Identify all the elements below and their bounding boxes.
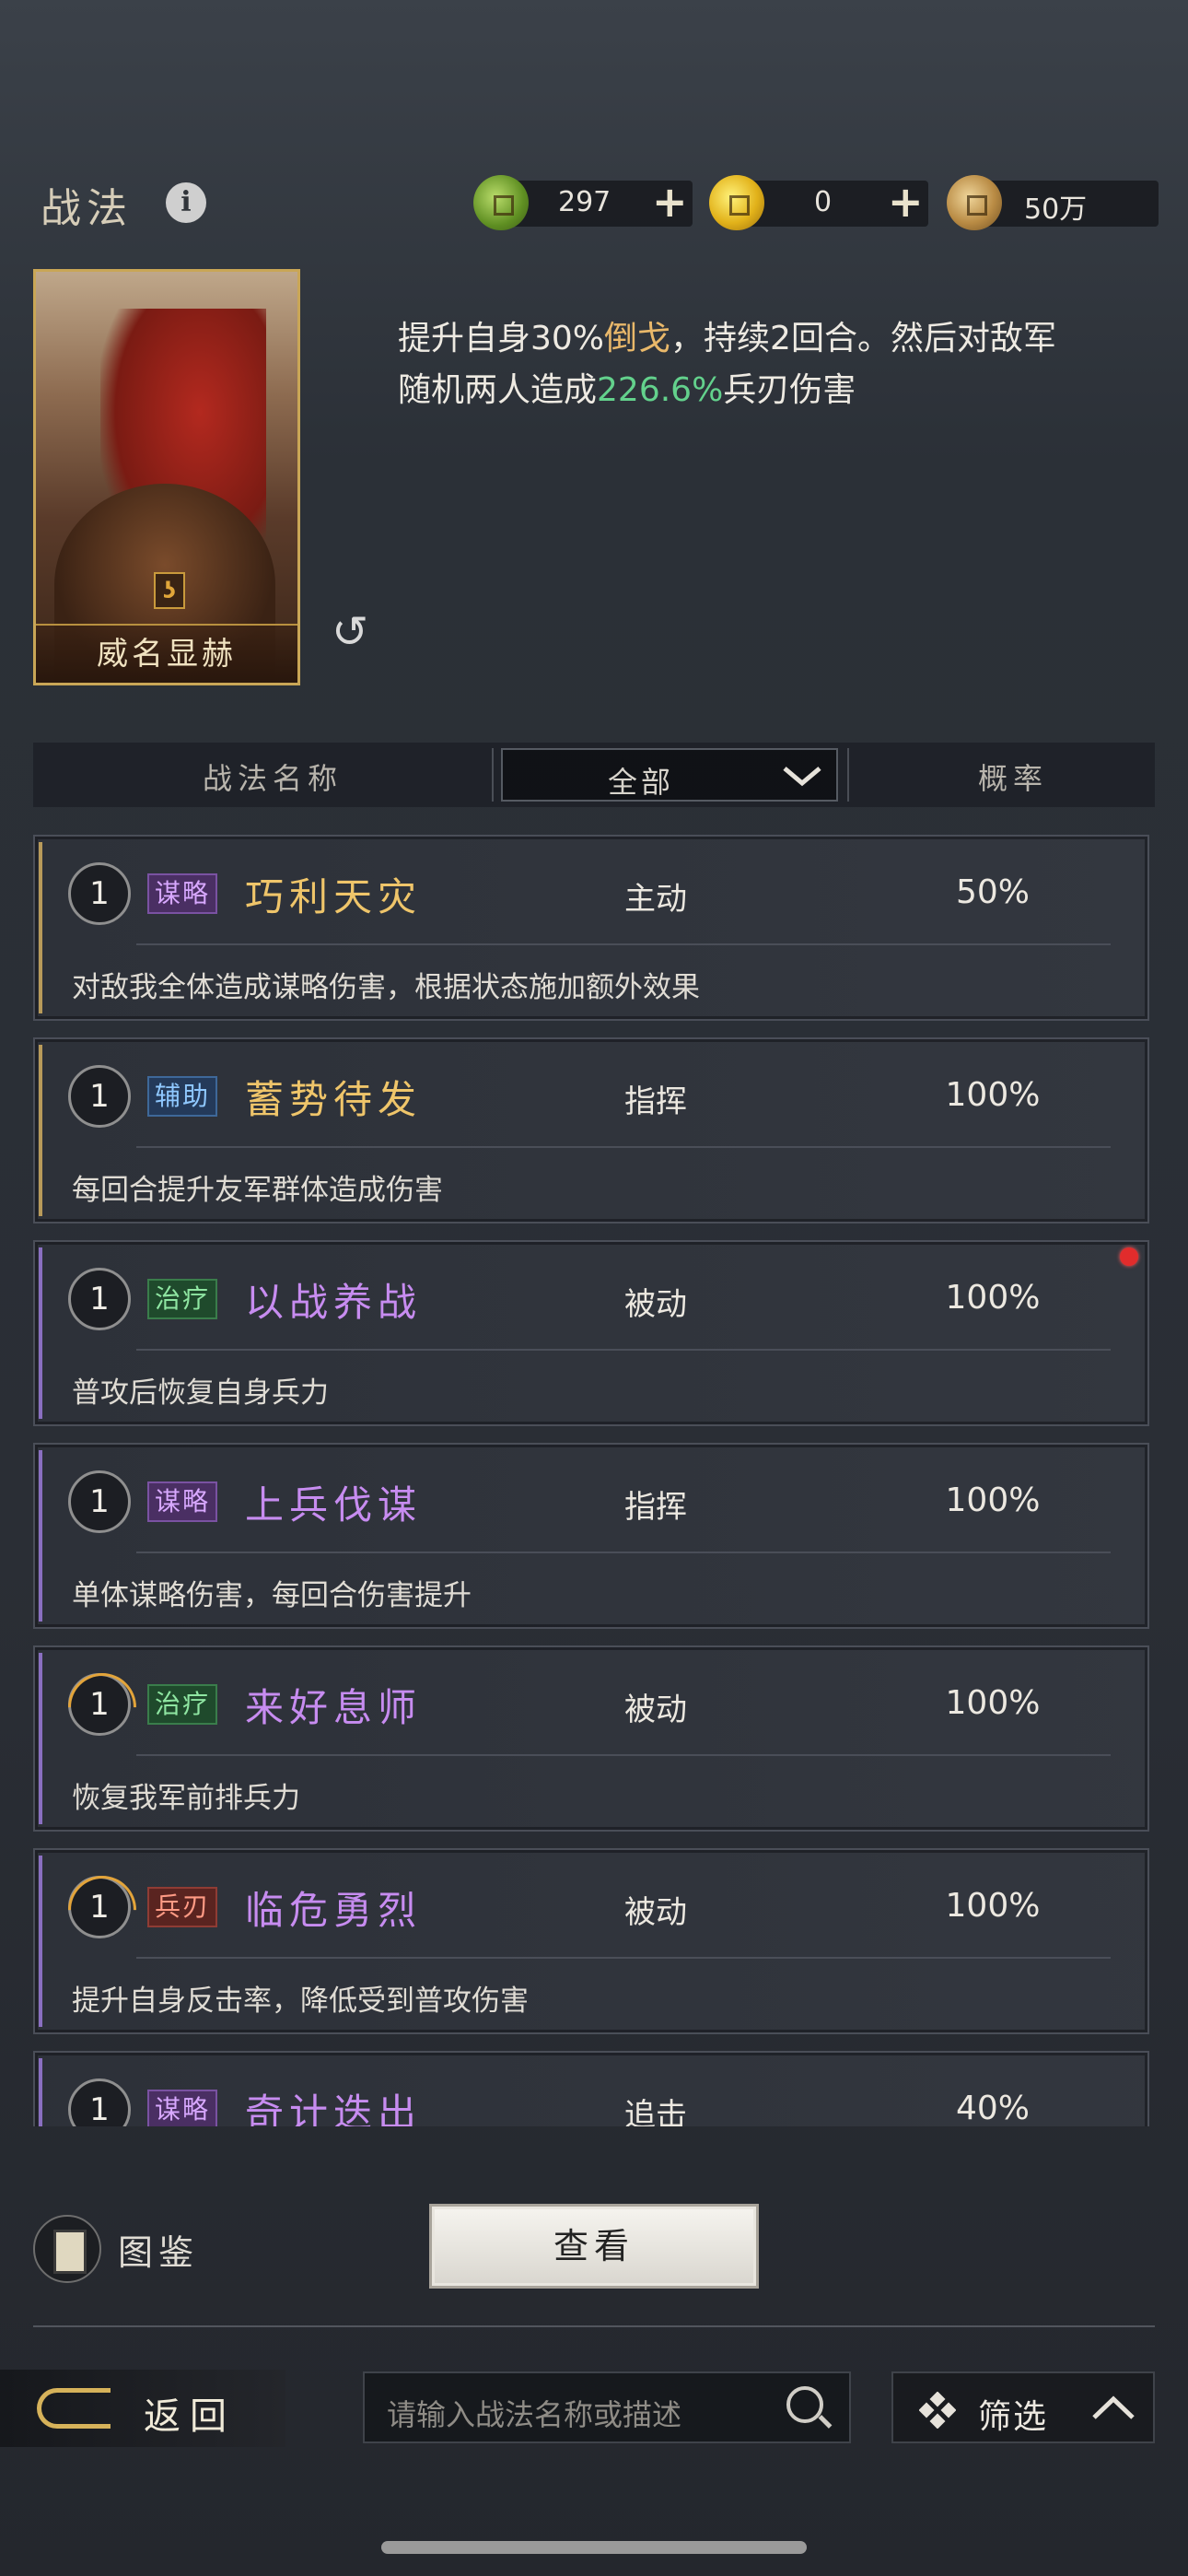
skill-name: 以战养战 <box>245 1280 423 1325</box>
chevron-up-icon <box>1092 2395 1135 2419</box>
refresh-icon[interactable]: ↺ <box>332 608 379 656</box>
skill-type: 被动 <box>624 1692 687 1728</box>
skill-rate: 40% <box>955 2090 1030 2126</box>
skill-desc: 恢复我军前排兵力 <box>72 1782 300 1815</box>
skill-type: 指挥 <box>624 1489 687 1526</box>
add-jade-button[interactable]: + <box>652 177 688 227</box>
skill-desc: 普攻后恢复自身兵力 <box>72 1376 329 1410</box>
skill-rate: 50% <box>955 873 1030 911</box>
skill-rate: 100% <box>945 1481 1041 1519</box>
column-name: 战法名称 <box>202 761 343 796</box>
skill-rate: 100% <box>945 1279 1041 1317</box>
skill-desc: 每回合提升友军群体造成伤害 <box>72 1174 443 1207</box>
level-badge: 1 <box>68 1876 131 1938</box>
type-filter-select[interactable]: 全部 <box>501 748 838 802</box>
skill-desc: 提升自身反击率，降低受到普攻伤害 <box>72 1985 529 2018</box>
selected-skill-card[interactable]: ʖ 威名显赫 <box>33 269 300 685</box>
back-button[interactable]: 返回 <box>0 2370 285 2447</box>
type-filter-value: 全部 <box>607 765 674 800</box>
card-name: 威名显赫 <box>36 624 297 683</box>
column-header: 战法名称 全部 概率 <box>33 743 1155 807</box>
list-item[interactable]: 1 辅助 蓄势待发 指挥 100% 每回合提升友军群体造成伤害 <box>33 1037 1149 1224</box>
search-placeholder: 请输入战法名称或描述 <box>387 2397 682 2432</box>
level-badge: 1 <box>68 1268 131 1330</box>
list-item[interactable]: 1 谋略 巧利天灾 主动 50% 对敌我全体造成谋略伤害，根据状态施加额外效果 <box>33 835 1149 1021</box>
home-indicator[interactable] <box>381 2541 807 2554</box>
skill-tag: 谋略 <box>147 873 218 914</box>
resource-copper-value: 50万 <box>1024 193 1088 226</box>
info-icon[interactable]: i <box>166 182 206 223</box>
skill-type: 追击 <box>624 2097 687 2126</box>
skill-name: 巧利天灾 <box>245 874 423 919</box>
skill-description: 提升自身30%倒戈，持续2回合。然后对敌军随机两人造成226.6%兵刃伤害 <box>398 320 1056 409</box>
list-item[interactable]: 1 兵刃 临危勇烈 被动 100% 提升自身反击率，降低受到普攻伤害 <box>33 1848 1149 2034</box>
filter-button[interactable]: 筛选 <box>891 2371 1155 2443</box>
tujian-label[interactable]: 图鉴 <box>118 2224 199 2275</box>
level-badge: 1 <box>68 1470 131 1533</box>
skill-type: 指挥 <box>624 1083 687 1120</box>
resource-gold-value: 0 <box>814 186 833 218</box>
skill-tag: 治疗 <box>147 1684 218 1725</box>
highlight-status: 倒戈 <box>604 320 671 357</box>
skill-name: 临危勇烈 <box>245 1888 423 1933</box>
page-title: 战法 <box>41 185 133 232</box>
skill-tag: 谋略 <box>147 1481 218 1522</box>
back-arrow-icon <box>37 2388 111 2429</box>
list-item[interactable]: 1 谋略 上兵伐谋 指挥 100% 单体谋略伤害，每回合伤害提升 <box>33 1443 1149 1629</box>
skill-name: 奇计迭出 <box>245 2090 423 2126</box>
skill-name: 上兵伐谋 <box>245 1482 423 1528</box>
list-item[interactable]: 1 谋略 奇计迭出 追击 40% <box>33 2051 1149 2126</box>
back-label: 返回 <box>144 2395 236 2438</box>
level-badge: 1 <box>68 862 131 925</box>
skill-rate: 100% <box>945 1684 1041 1722</box>
column-rate: 概率 <box>977 761 1048 796</box>
skill-name: 蓄势待发 <box>245 1077 423 1122</box>
skill-desc: 单体谋略伤害，每回合伤害提升 <box>72 1579 472 1612</box>
skill-rate: 100% <box>945 1076 1041 1114</box>
list-item[interactable]: 1 治疗 以战养战 被动 100% 普攻后恢复自身兵力 <box>33 1240 1149 1426</box>
skill-type: 主动 <box>624 881 687 918</box>
skill-tag: 辅助 <box>147 1076 218 1117</box>
skill-name: 来好息师 <box>245 1685 423 1730</box>
list-item[interactable]: 1 治疗 来好息师 被动 100% 恢复我军前排兵力 <box>33 1645 1149 1832</box>
new-badge <box>1120 1247 1138 1266</box>
view-button[interactable]: 查看 <box>429 2204 759 2289</box>
chevron-down-icon <box>783 767 821 787</box>
skill-tag: 兵刃 <box>147 1887 218 1927</box>
level-badge: 1 <box>68 1065 131 1128</box>
skill-type: 被动 <box>624 1894 687 1931</box>
add-gold-button[interactable]: + <box>888 177 924 227</box>
highlight-damage: 226.6% <box>597 371 724 409</box>
search-input[interactable]: 请输入战法名称或描述 <box>363 2371 851 2443</box>
level-badge: 1 <box>68 1673 131 1736</box>
card-badge-icon: ʖ <box>154 572 185 609</box>
skill-desc: 对敌我全体造成谋略伤害，根据状态施加额外效果 <box>72 971 700 1004</box>
level-badge: 1 <box>68 2078 131 2126</box>
resource-gold: 0 + <box>709 175 930 230</box>
filter-icon <box>919 2392 956 2429</box>
jade-coin-icon <box>473 175 529 230</box>
resource-jade: 297 + <box>473 175 694 230</box>
skill-type: 被动 <box>624 1286 687 1323</box>
resource-jade-value: 297 <box>558 186 611 218</box>
skill-rate: 100% <box>945 1887 1041 1925</box>
search-icon[interactable] <box>786 2386 823 2423</box>
skill-tag: 谋略 <box>147 2090 218 2126</box>
skill-tag: 治疗 <box>147 1279 218 1319</box>
resource-copper: 50万 <box>947 175 1168 230</box>
tujian-icon[interactable] <box>33 2215 101 2283</box>
gold-coin-icon <box>709 175 764 230</box>
skill-list[interactable]: 1 谋略 巧利天灾 主动 50% 对敌我全体造成谋略伤害，根据状态施加额外效果 … <box>33 829 1155 2126</box>
filter-label: 筛选 <box>978 2398 1049 2436</box>
copper-coin-icon <box>947 175 1002 230</box>
divider <box>33 2325 1155 2327</box>
